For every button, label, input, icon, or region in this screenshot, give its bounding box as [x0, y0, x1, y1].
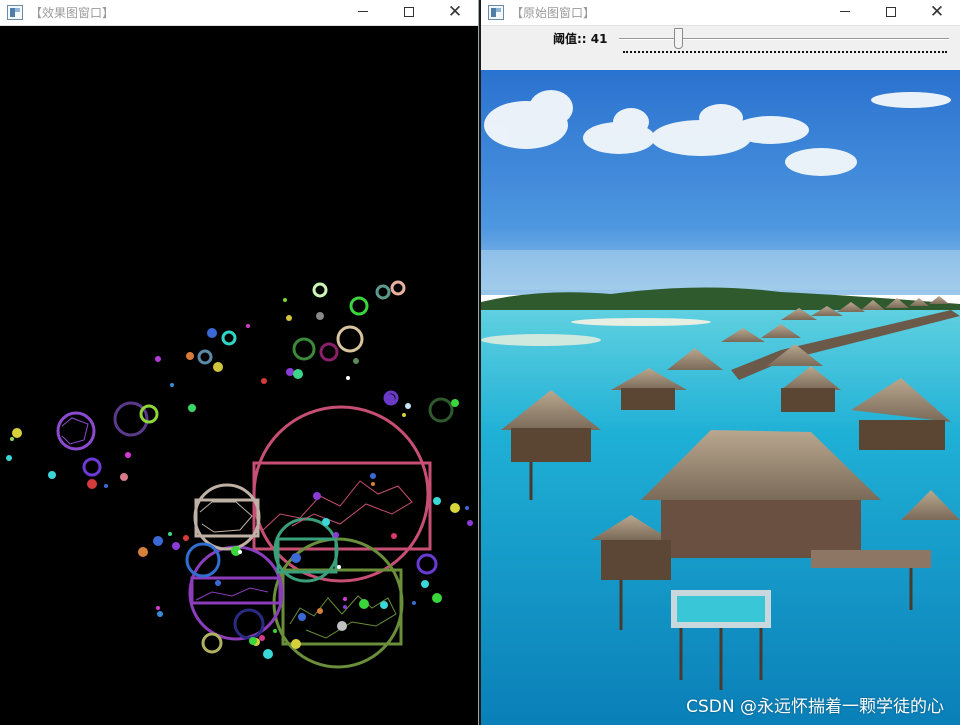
- close-button[interactable]: ✕: [914, 0, 960, 26]
- contour-blob: [353, 358, 359, 364]
- contour-result-canvas: [0, 26, 478, 725]
- app-window-icon: [7, 5, 23, 20]
- contour-blob: [286, 368, 294, 376]
- contour-blob: [153, 536, 163, 546]
- minimize-button[interactable]: [822, 0, 868, 26]
- contour-blob: [138, 547, 148, 557]
- contour-blob: [298, 613, 306, 621]
- contour-blob: [168, 532, 172, 536]
- contour-blob: [322, 518, 330, 526]
- maximize-button[interactable]: [386, 0, 432, 26]
- original-image: CSDN @永远怀揣着一颗学徒的心: [481, 70, 960, 725]
- contour-blob: [48, 471, 56, 479]
- contour-blob: [156, 606, 160, 610]
- contour-blob: [433, 497, 441, 505]
- contour-blob: [155, 356, 161, 362]
- contour-blob: [451, 399, 459, 407]
- contour-blob: [370, 473, 376, 479]
- contour-blob: [359, 599, 369, 609]
- contour-blob: [215, 580, 221, 586]
- contour-blob: [293, 369, 303, 379]
- contour-blob: [402, 413, 406, 417]
- threshold-label: 阈值:: 41: [553, 32, 608, 46]
- contour-blob: [313, 492, 321, 500]
- contour-blob: [337, 565, 341, 569]
- contour-blob: [432, 593, 442, 603]
- contour-blob: [286, 315, 292, 321]
- minimize-icon: [358, 11, 368, 12]
- threshold-slider-track[interactable]: [619, 38, 949, 40]
- contour-blob: [188, 404, 196, 412]
- original-window-titlebar[interactable]: 【原始图窗口】 ✕: [481, 0, 960, 26]
- contour-blob: [371, 482, 375, 486]
- contour-blob: [263, 649, 273, 659]
- close-icon: ✕: [447, 2, 463, 22]
- contour-blob: [346, 376, 350, 380]
- contour-blob: [213, 362, 223, 372]
- contour-blob: [467, 520, 473, 526]
- close-button[interactable]: ✕: [432, 0, 478, 26]
- effect-window-titlebar[interactable]: 【效果图窗口】 ✕: [0, 0, 478, 26]
- contour-blob: [291, 553, 301, 563]
- contour-blob: [291, 639, 301, 649]
- contour-blob: [343, 605, 347, 609]
- threshold-slider-thumb[interactable]: [674, 28, 683, 49]
- contour-blob: [207, 328, 217, 338]
- contour-blob: [421, 580, 429, 588]
- threshold-slider-ticks: [623, 51, 947, 55]
- contour-blob: [333, 532, 339, 538]
- contour-blob: [249, 637, 257, 645]
- contour-blob: [391, 533, 397, 539]
- close-icon: ✕: [929, 2, 945, 22]
- contour-blob: [405, 403, 411, 409]
- contour-blob: [450, 503, 460, 513]
- effect-window-title: 【效果图窗口】: [30, 6, 115, 20]
- contour-blob: [87, 479, 97, 489]
- contour-blob: [6, 455, 12, 461]
- contour-blob: [170, 383, 174, 387]
- contour-blob: [317, 608, 323, 614]
- maximize-icon: [886, 6, 896, 17]
- contour-blob: [157, 611, 163, 617]
- contour-blob: [172, 542, 180, 550]
- contour-blob: [337, 621, 347, 631]
- contour-blob: [259, 635, 265, 641]
- contour-blob: [104, 484, 108, 488]
- original-window: 【原始图窗口】 ✕ 阈值:: 41 CSDN @永远怀揣着一颗学徒的心: [481, 0, 960, 725]
- contour-blob: [12, 428, 22, 438]
- contour-blob: [385, 394, 395, 404]
- contour-blob: [183, 535, 189, 541]
- contour-blob: [238, 550, 242, 554]
- contour-blob: [186, 352, 194, 360]
- maximize-button[interactable]: [868, 0, 914, 26]
- minimize-button[interactable]: [340, 0, 386, 26]
- contour-blob: [380, 601, 388, 609]
- contour-blob: [120, 473, 128, 481]
- maximize-icon: [404, 6, 414, 17]
- contour-blob: [412, 601, 416, 605]
- contour-blob: [273, 629, 277, 633]
- trackbar-panel: 阈值:: 41: [481, 26, 960, 70]
- contour-blob: [261, 378, 267, 384]
- contour-blob: [246, 324, 250, 328]
- effect-window: 【效果图窗口】 ✕: [0, 0, 479, 725]
- original-window-title: 【原始图窗口】: [511, 6, 596, 20]
- contour-blob: [316, 312, 324, 320]
- contour-blob: [125, 452, 131, 458]
- app-window-icon: [488, 5, 504, 20]
- contour-blob: [283, 298, 287, 302]
- contour-blob: [465, 506, 469, 510]
- contour-blob: [10, 437, 14, 441]
- csdn-watermark: CSDN @永远怀揣着一颗学徒的心: [686, 697, 944, 717]
- contour-blob: [343, 597, 347, 601]
- minimize-icon: [840, 11, 850, 12]
